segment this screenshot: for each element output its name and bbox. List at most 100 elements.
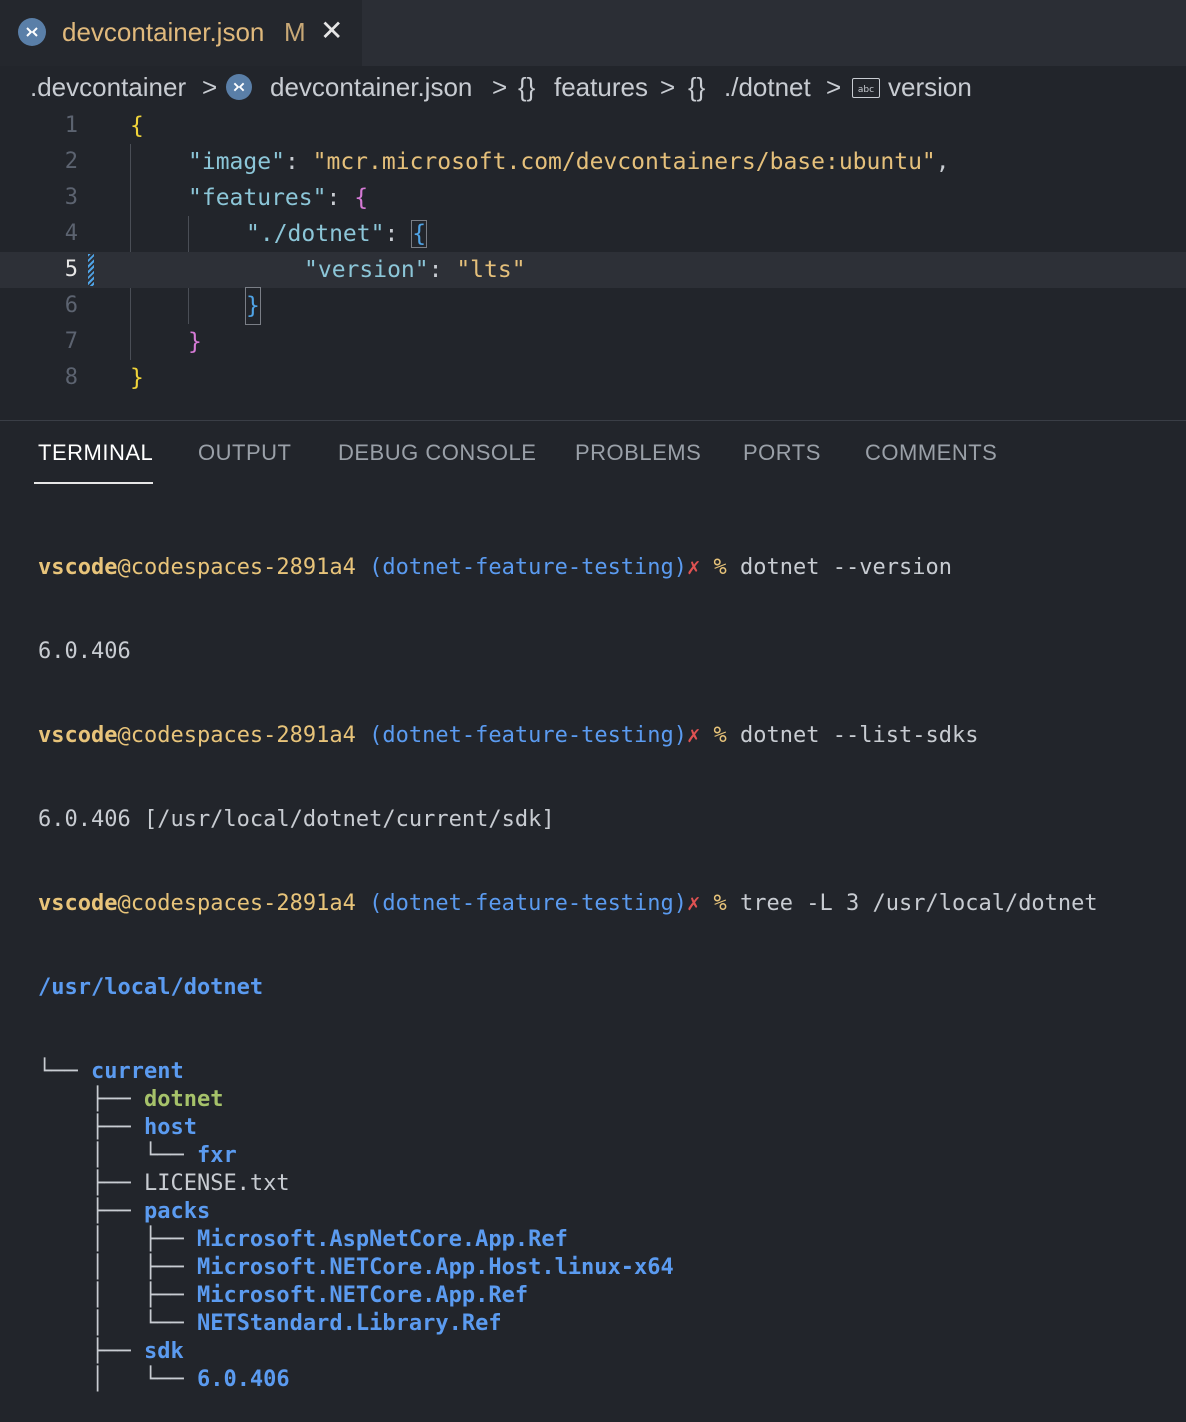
breadcrumb-version[interactable]: version [888,72,972,103]
tab-debug-console[interactable]: DEBUG CONSOLE [338,440,536,466]
code-text: "image": "mcr.microsoft.com/devcontainer… [188,144,950,180]
json-key: "./dotnet" [246,221,385,247]
prompt-symbol: % [700,723,727,748]
prompt-symbol: % [700,555,727,580]
editor-tab-bar: devcontainer.json M ✕ [0,0,1186,66]
tree-line: │ ├── Microsoft.AspNetCore.App.Ref [38,1226,1098,1254]
json-string: "mcr.microsoft.com/devcontainers/base:ub… [312,149,936,175]
tree-line: │ ├── Microsoft.NETCore.App.Ref [38,1282,1098,1310]
prompt-branch: (dotnet-feature-testing) [355,891,688,916]
tree-line: ├── dotnet [38,1086,1098,1114]
tree-entry: sdk [143,1339,184,1364]
command: dotnet --version [726,555,952,580]
tree-line: │ └── 6.0.406 [38,1366,1098,1394]
line-number: 8 [64,365,78,390]
command: tree -L 3 /usr/local/dotnet [726,891,1098,916]
tab-output[interactable]: OUTPUT [198,440,291,466]
tree-entry: dotnet [143,1087,224,1112]
object-icon: {} [688,72,706,102]
tree-entry: packs [143,1199,211,1224]
prompt-branch: (dotnet-feature-testing) [355,555,688,580]
tree-entry: host [143,1115,197,1140]
tree-entry: 6.0.406 [196,1367,290,1392]
tree-prefix: │ ├── [38,1255,197,1280]
code-text: "./dotnet": { [246,216,428,252]
remote-container-icon [18,18,46,46]
terminal-line: 6.0.406 [/usr/local/dotnet/current/sdk] [38,807,555,832]
code-line: 6 } [0,287,1186,325]
prompt-host: @codespaces-2891a4 [117,891,356,916]
tree-line: │ └── fxr [38,1142,1098,1170]
code-text: "features": { [188,180,368,216]
breadcrumb-features[interactable]: features [554,72,648,103]
line-number: 3 [64,185,78,210]
terminal-line: vscode@codespaces-2891a4 (dotnet-feature… [38,554,1098,582]
tree-line: ├── LICENSE.txt [38,1170,1098,1198]
chevron-right-icon: > [660,72,676,102]
prompt-user: vscode [38,723,118,748]
tree-line: ├── packs [38,1198,1098,1226]
string-icon: abc [852,78,880,98]
tab-problems[interactable]: PROBLEMS [575,440,701,466]
tree-entry: Microsoft.AspNetCore.App.Ref [196,1227,568,1252]
code-editor[interactable]: 1 { 2 "image": "mcr.microsoft.com/devcon… [0,108,1186,420]
tree-prefix: │ └── [38,1367,197,1392]
tab-comments[interactable]: COMMENTS [865,440,997,466]
line-number: 4 [64,221,78,246]
tree-root: /usr/local/dotnet [38,975,264,1000]
json-brace-matched: { [411,220,428,248]
json-brace: } [188,329,202,355]
code-text: { [130,113,144,139]
tree-entry: fxr [196,1143,237,1168]
code-line: 8 } [0,360,1186,396]
code-line: 4 "./dotnet": { [0,216,1186,252]
terminal-line: vscode@codespaces-2891a4 (dotnet-feature… [38,890,1098,918]
json-string: "lts" [456,257,526,283]
tree-prefix: ├── [38,1087,144,1112]
terminal-output[interactable]: vscode @codespaces-2891a4 (dotnet-feature… [38,498,1098,1422]
prompt-branch: (dotnet-feature-testing) [355,723,688,748]
line-number: 2 [64,149,78,174]
tree-listing: └── current ├── dotnet ├── host │ └── fx… [38,1058,1098,1394]
code-line-active: 5 "version": "lts" [0,252,1186,288]
tree-prefix: │ ├── [38,1227,197,1252]
breadcrumb-dotnet[interactable]: ./dotnet [724,72,811,103]
tab-label: devcontainer.json [62,17,265,47]
json-colon: : [428,257,457,283]
modified-badge: M [284,17,306,47]
tab-terminal[interactable]: TERMINAL [38,440,153,466]
tree-prefix: ├── [38,1171,144,1196]
close-icon[interactable]: ✕ [320,16,343,46]
json-colon: : [384,221,413,247]
tree-entry: LICENSE.txt [143,1171,290,1196]
tree-prefix: │ └── [38,1311,197,1336]
json-comma: , [935,149,950,175]
tree-entry: Microsoft.NETCore.App.Ref [196,1283,529,1308]
json-key: "image" [188,149,285,175]
line-number: 5 [64,257,78,282]
tree-prefix: │ └── [38,1143,197,1168]
object-icon: {} [518,72,536,102]
breadcrumb-file[interactable]: devcontainer.json [270,72,472,103]
json-key: "features" [188,185,327,211]
tab-ports[interactable]: PORTS [743,440,821,466]
tree-entry: Microsoft.NETCore.App.Host.linux-x64 [196,1255,674,1280]
tree-prefix: └── [38,1059,91,1084]
line-number: 1 [64,113,78,138]
breadcrumb-folder[interactable]: .devcontainer [30,72,186,103]
tree-line: │ └── NETStandard.Library.Ref [38,1310,1098,1338]
dirty-marker: ✗ [687,891,701,916]
command: dotnet --list-sdks [726,723,979,748]
tree-prefix: ├── [38,1115,144,1140]
panel-tab-bar: TERMINAL OUTPUT DEBUG CONSOLE PROBLEMS P… [0,440,1186,484]
chevron-right-icon: > [202,72,218,102]
tree-line: │ ├── Microsoft.NETCore.App.Host.linux-x… [38,1254,1098,1282]
tree-line: ├── host [38,1114,1098,1142]
modified-gutter-marker [88,254,94,286]
dirty-marker: ✗ [687,555,701,580]
panel-divider[interactable] [0,420,1186,421]
tab-devcontainer-json[interactable]: devcontainer.json M ✕ [0,0,362,66]
code-line: 3 "features": { [0,180,1186,216]
tree-entry: NETStandard.Library.Ref [196,1311,502,1336]
tree-entry: current [90,1059,184,1084]
